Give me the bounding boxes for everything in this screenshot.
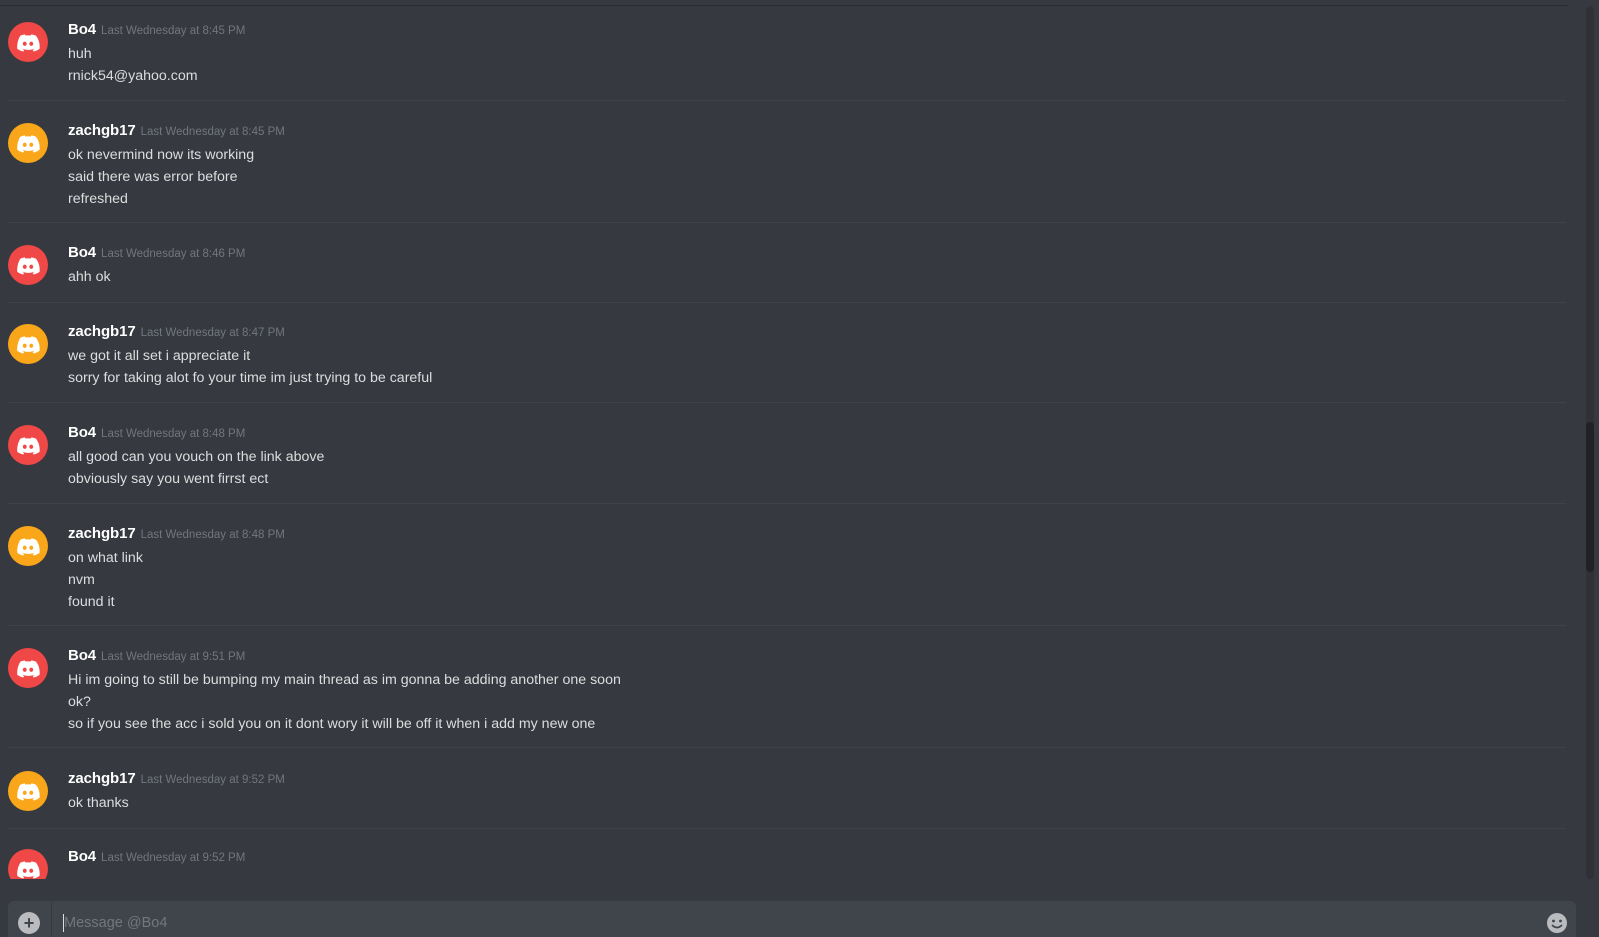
username[interactable]: zachgb17 [68, 770, 136, 787]
message-timestamp: Last Wednesday at 8:45 PM [140, 126, 285, 138]
message-timestamp: Last Wednesday at 9:51 PM [101, 651, 246, 663]
message-text: refreshed [68, 191, 128, 207]
message-text: rnick54@yahoo.com [68, 68, 198, 84]
message-text: so if you see the acc i sold you on it d… [68, 716, 596, 732]
discord-logo-icon [17, 861, 40, 879]
message-text: on what link [68, 550, 143, 566]
message-group: Bo4 Last Wednesday at 8:46 PM ahh ok [8, 244, 1566, 303]
message-header: zachgb17 Last Wednesday at 8:45 PM [68, 122, 285, 144]
discord-logo-icon [17, 34, 40, 52]
username[interactable]: Bo4 [68, 647, 96, 664]
message-content: Bo4 Last Wednesday at 8:48 PM all good can… [68, 424, 324, 490]
message-content: Bo4 Last Wednesday at 8:46 PM ahh ok [68, 244, 245, 288]
message-header: Bo4 Last Wednesday at 9:52 PM [68, 848, 245, 870]
message-text: said there was error before [68, 169, 238, 185]
scrollbar[interactable] [1586, 6, 1594, 879]
message-timestamp: Last Wednesday at 8:48 PM [140, 529, 285, 541]
avatar[interactable] [8, 123, 48, 163]
message-text: ok? [68, 694, 91, 710]
discord-logo-icon [17, 783, 40, 801]
username[interactable]: zachgb17 [68, 323, 136, 340]
message-content: zachgb17 Last Wednesday at 8:47 PM we got … [68, 323, 432, 389]
discord-logo-icon [17, 135, 40, 153]
message-text: found it [68, 594, 115, 610]
message-text: ok thanks [68, 795, 129, 811]
avatar[interactable] [8, 849, 48, 879]
message-content: zachgb17 Last Wednesday at 8:45 PM ok neve… [68, 122, 285, 210]
username[interactable]: zachgb17 [68, 525, 136, 542]
discord-logo-icon [17, 257, 40, 275]
message-content: zachgb17 Last Wednesday at 8:48 PM on what… [68, 525, 285, 613]
message-content: Bo4 Last Wednesday at 8:45 PM huh rnick54@y… [68, 21, 245, 87]
message-timestamp: Last Wednesday at 8:48 PM [101, 428, 246, 440]
message-content: Bo4 Last Wednesday at 9:51 PM Hi im going … [68, 647, 621, 735]
message-input[interactable] [62, 901, 1532, 937]
message-text: Hi im going to still be bumping my main … [68, 672, 621, 688]
message-text: sorry for taking alot fo your time im ju… [68, 370, 433, 386]
message-header: Bo4 Last Wednesday at 8:48 PM [68, 424, 324, 446]
message-header: zachgb17 Last Wednesday at 8:47 PM [68, 323, 432, 345]
message-text: obviously say you went firrst ect [68, 471, 269, 487]
message-timestamp: Last Wednesday at 9:52 PM [101, 852, 246, 864]
discord-logo-icon [17, 660, 40, 678]
message-timestamp: Last Wednesday at 8:47 PM [140, 327, 285, 339]
scrollbar-thumb[interactable] [1586, 422, 1594, 572]
message-timestamp: Last Wednesday at 9:52 PM [140, 774, 285, 786]
message-group: Bo4 Last Wednesday at 8:45 PM huh rnick54@y… [8, 21, 1566, 101]
avatar[interactable] [8, 425, 48, 465]
message-content: Bo4 Last Wednesday at 9:52 PM [68, 848, 245, 870]
message-group: zachgb17 Last Wednesday at 9:52 PM ok than… [8, 770, 1566, 829]
message-text: we got it all set i appreciate it [68, 348, 251, 364]
message-timestamp: Last Wednesday at 8:45 PM [101, 25, 246, 37]
message-header: Bo4 Last Wednesday at 8:45 PM [68, 21, 245, 43]
discord-logo-icon [17, 538, 40, 556]
avatar[interactable] [8, 324, 48, 364]
text-caret [63, 914, 64, 932]
message-text: ok nevermind now its working [68, 147, 255, 163]
username[interactable]: Bo4 [68, 848, 96, 865]
username[interactable]: Bo4 [68, 244, 96, 261]
message-content: zachgb17 Last Wednesday at 9:52 PM ok than… [68, 770, 285, 814]
message-group: Bo4 Last Wednesday at 8:48 PM all good can… [8, 424, 1566, 504]
message-text: nvm [68, 572, 95, 588]
avatar[interactable] [8, 771, 48, 811]
message-group: zachgb17 Last Wednesday at 8:45 PM ok neve… [8, 122, 1566, 223]
message-list[interactable]: Bo4 Last Wednesday at 8:45 PM huh rnick54@y… [0, 6, 1568, 879]
discord-logo-icon [17, 437, 40, 455]
message-composer: + [8, 901, 1576, 937]
avatar[interactable] [8, 22, 48, 62]
message-group: zachgb17 Last Wednesday at 8:47 PM we got … [8, 323, 1566, 403]
username[interactable]: zachgb17 [68, 122, 136, 139]
message-group: zachgb17 Last Wednesday at 8:48 PM on what… [8, 525, 1566, 626]
discord-logo-icon [17, 336, 40, 354]
message-group: Bo4 Last Wednesday at 9:52 PM [8, 848, 1566, 879]
message-header: zachgb17 Last Wednesday at 9:52 PM [68, 770, 285, 792]
username[interactable]: Bo4 [68, 424, 96, 441]
message-header: Bo4 Last Wednesday at 9:51 PM [68, 647, 621, 669]
plus-circle-icon: + [23, 913, 35, 933]
message-timestamp: Last Wednesday at 8:46 PM [101, 248, 246, 260]
message-group: Bo4 Last Wednesday at 9:51 PM Hi im going … [8, 647, 1566, 748]
message-text: ahh ok [68, 269, 111, 285]
message-text: huh [68, 46, 92, 62]
message-header: zachgb17 Last Wednesday at 8:48 PM [68, 525, 285, 547]
username[interactable]: Bo4 [68, 21, 96, 38]
emoji-smile-icon[interactable] [1546, 912, 1568, 934]
attach-button[interactable]: + [18, 912, 40, 934]
composer-divider [51, 901, 52, 937]
message-text: all good can you vouch on the link above [68, 449, 325, 465]
message-header: Bo4 Last Wednesday at 8:46 PM [68, 244, 245, 266]
avatar[interactable] [8, 526, 48, 566]
avatar[interactable] [8, 245, 48, 285]
avatar[interactable] [8, 648, 48, 688]
